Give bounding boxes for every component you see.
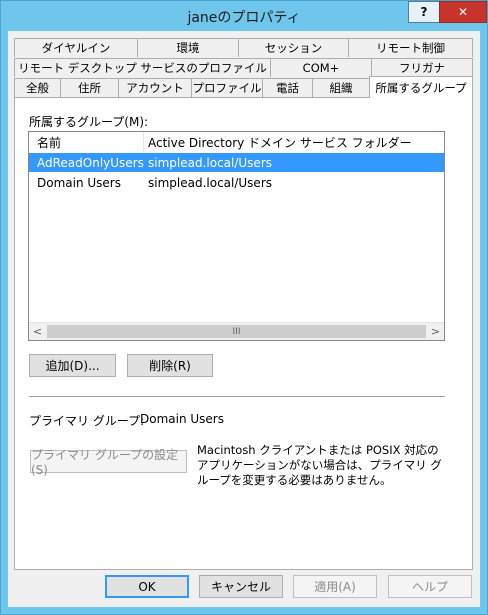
close-icon[interactable]: ✕: [439, 1, 487, 23]
primary-group-note: Macintosh クライアントまたは POSIX 対応のアプリケーションがない…: [197, 443, 442, 487]
separator: [29, 396, 445, 397]
list-row[interactable]: Domain Users simplead.local/Users: [29, 173, 444, 192]
row-folder: simplead.local/Users: [148, 155, 273, 170]
tab-profile[interactable]: プロファイル: [191, 78, 263, 97]
title-bar[interactable]: janeのプロパティ ? ✕: [1, 1, 487, 31]
help-icon[interactable]: ?: [408, 1, 440, 23]
list-row-selected[interactable]: AdReadOnlyUsers simplead.local/Users: [29, 153, 444, 172]
tab-general[interactable]: 全般: [14, 78, 61, 97]
column-header-name[interactable]: 名前: [29, 132, 144, 152]
scroll-right-icon[interactable]: >: [427, 323, 444, 340]
tab-rds-profile[interactable]: リモート デスクトップ サービスのプロファイル: [14, 58, 271, 77]
tab-com-plus[interactable]: COM+: [270, 58, 372, 77]
primary-group-label: プライマリ グループ:: [29, 414, 145, 428]
tab-remote-control[interactable]: リモート制御: [348, 38, 473, 57]
row-folder: simplead.local/Users: [148, 175, 273, 190]
tab-environment[interactable]: 環境: [137, 38, 239, 57]
tab-member-of[interactable]: 所属するグループ: [369, 76, 473, 98]
row-name: Domain Users: [37, 175, 121, 190]
tab-furigana[interactable]: フリガナ: [371, 58, 473, 77]
scroll-left-icon[interactable]: <: [29, 323, 46, 340]
column-header-folder[interactable]: Active Directory ドメイン サービス フォルダー: [144, 132, 444, 152]
help-button[interactable]: ヘルプ: [388, 575, 472, 598]
horizontal-scrollbar[interactable]: < III >: [29, 322, 444, 340]
ok-button[interactable]: OK: [105, 575, 189, 598]
groups-label: 所属するグループ(M):: [29, 115, 149, 129]
tab-account[interactable]: アカウント: [118, 78, 192, 97]
tab-address[interactable]: 住所: [60, 78, 119, 97]
apply-button[interactable]: 適用(A): [293, 575, 377, 598]
remove-button[interactable]: 削除(R): [127, 354, 213, 377]
cancel-button[interactable]: キャンセル: [199, 575, 283, 598]
tab-organization[interactable]: 組織: [312, 78, 370, 97]
primary-group-value: Domain Users: [140, 412, 224, 426]
add-button[interactable]: 追加(D)...: [29, 354, 116, 377]
properties-dialog: janeのプロパティ ? ✕ ダイヤルイン 環境 セッション リモート制御 リモ…: [0, 0, 488, 615]
list-header: 名前 Active Directory ドメイン サービス フォルダー: [29, 132, 444, 152]
tab-dial-in[interactable]: ダイヤルイン: [14, 38, 138, 57]
tab-sessions[interactable]: セッション: [238, 38, 349, 57]
tab-telephones[interactable]: 電話: [262, 78, 313, 97]
groups-list[interactable]: 名前 Active Directory ドメイン サービス フォルダー AdRe…: [28, 131, 445, 341]
scroll-thumb[interactable]: III: [47, 325, 426, 338]
row-name: AdReadOnlyUsers: [37, 155, 144, 170]
set-primary-group-button[interactable]: プライマリ グループの設定(S): [30, 448, 187, 477]
